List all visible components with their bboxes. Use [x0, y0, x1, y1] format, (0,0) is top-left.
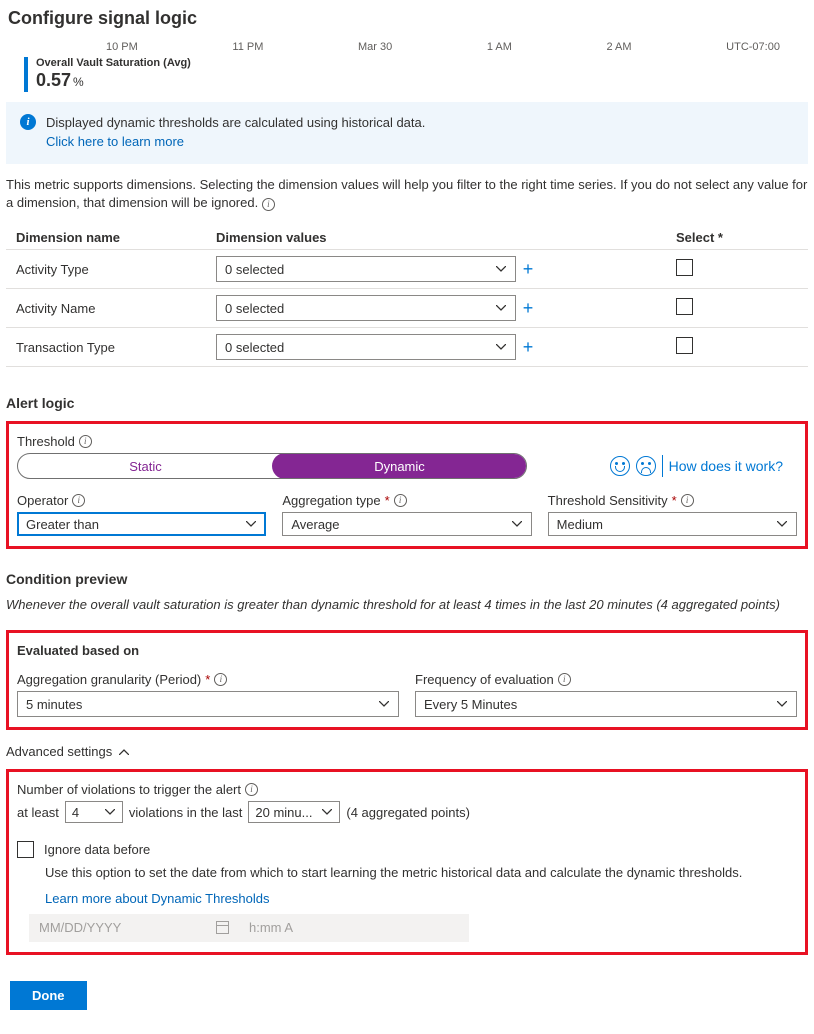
aggregation-type-dropdown[interactable]: Average: [282, 512, 531, 536]
metric-bar: [24, 57, 28, 92]
info-icon[interactable]: i: [394, 494, 407, 507]
select-dimension-checkbox[interactable]: [676, 298, 693, 315]
aggregation-type-label: Aggregation type * i: [282, 493, 531, 508]
ignore-data-before-checkbox[interactable]: [17, 841, 34, 858]
dimension-row: Transaction Type0 selected+: [6, 327, 808, 367]
how-does-it-work-link[interactable]: How does it work?: [669, 458, 783, 474]
info-text: Displayed dynamic thresholds are calcula…: [46, 115, 425, 130]
chevron-down-icon: [495, 263, 507, 275]
chevron-down-icon: [495, 341, 507, 353]
advanced-box: Number of violations to trigger the aler…: [6, 769, 808, 954]
chevron-down-icon: [321, 806, 333, 818]
dimension-row: Activity Type0 selected+: [6, 249, 808, 288]
dimensions-header: Dimension name Dimension values Select *: [6, 226, 808, 249]
info-icon[interactable]: i: [558, 673, 571, 686]
info-icon[interactable]: i: [214, 673, 227, 686]
in-last-text: violations in the last: [129, 805, 242, 820]
ignore-label: Ignore data before: [44, 842, 150, 857]
evaluated-heading: Evaluated based on: [17, 643, 797, 658]
info-banner: i Displayed dynamic thresholds are calcu…: [6, 102, 808, 164]
threshold-label: Threshold i: [17, 434, 797, 449]
dimension-name: Transaction Type: [6, 340, 216, 355]
dimension-name: Activity Type: [6, 262, 216, 277]
chevron-down-icon: [495, 302, 507, 314]
info-icon[interactable]: i: [262, 198, 275, 211]
sensitivity-label: Threshold Sensitivity * i: [548, 493, 797, 508]
chevron-down-icon: [776, 698, 788, 710]
metric-name: Overall Vault Saturation (Avg): [36, 57, 191, 69]
add-dimension-value-button[interactable]: +: [516, 259, 540, 280]
divider: [662, 455, 663, 477]
period-label: Aggregation granularity (Period) * i: [17, 672, 399, 687]
learn-dynamic-thresholds-link[interactable]: Learn more about Dynamic Thresholds: [45, 891, 270, 906]
chevron-down-icon: [378, 698, 390, 710]
time-tick: 10 PM: [106, 41, 138, 53]
frequency-dropdown[interactable]: Every 5 Minutes: [415, 691, 797, 717]
time-tz: UTC-07:00: [726, 41, 780, 53]
info-icon[interactable]: i: [681, 494, 694, 507]
alert-logic-box: Threshold i Static Dynamic How does it w…: [6, 421, 808, 549]
info-learn-more-link[interactable]: Click here to learn more: [46, 133, 425, 152]
metric-summary: Overall Vault Saturation (Avg) 0.57%: [6, 57, 808, 98]
dimension-values-dropdown[interactable]: 0 selected: [216, 295, 516, 321]
dimensions-note: This metric supports dimensions. Selecti…: [6, 176, 808, 212]
select-dimension-checkbox[interactable]: [676, 259, 693, 276]
chevron-down-icon: [511, 518, 523, 530]
aggregated-points-text: (4 aggregated points): [346, 805, 470, 820]
advanced-settings-toggle[interactable]: Advanced settings: [6, 744, 808, 759]
ignore-date-input: MM/DD/YYYY: [29, 914, 239, 942]
violations-label: Number of violations to trigger the aler…: [17, 782, 797, 797]
time-tick: 2 AM: [606, 41, 631, 53]
dimension-values-dropdown[interactable]: 0 selected: [216, 256, 516, 282]
alert-logic-heading: Alert logic: [6, 395, 808, 411]
threshold-dynamic-option[interactable]: Dynamic: [272, 453, 527, 479]
operator-label: Operator i: [17, 493, 266, 508]
frown-icon[interactable]: [636, 456, 656, 476]
condition-preview-text: Whenever the overall vault saturation is…: [6, 597, 808, 612]
condition-preview-heading: Condition preview: [6, 571, 808, 587]
threshold-toggle[interactable]: Static Dynamic: [17, 453, 527, 479]
page-title: Configure signal logic: [6, 8, 808, 29]
dimension-row: Activity Name0 selected+: [6, 288, 808, 327]
done-button[interactable]: Done: [10, 981, 87, 1010]
operator-dropdown[interactable]: Greater than: [17, 512, 266, 536]
chevron-down-icon: [245, 518, 257, 530]
at-least-text: at least: [17, 805, 59, 820]
chevron-down-icon: [776, 518, 788, 530]
select-dimension-checkbox[interactable]: [676, 337, 693, 354]
calendar-icon: [216, 921, 229, 934]
chevron-down-icon: [104, 806, 116, 818]
frequency-label: Frequency of evaluation i: [415, 672, 797, 687]
evaluated-box: Evaluated based on Aggregation granulari…: [6, 630, 808, 730]
add-dimension-value-button[interactable]: +: [516, 298, 540, 319]
time-tick: 11 PM: [232, 41, 263, 53]
smile-icon[interactable]: [610, 456, 630, 476]
time-axis: 10 PM 11 PM Mar 30 1 AM 2 AM UTC-07:00: [6, 41, 808, 57]
time-tick: 1 AM: [487, 41, 512, 53]
violations-window-dropdown[interactable]: 20 minu...: [248, 801, 340, 823]
info-icon: i: [20, 114, 36, 130]
period-dropdown[interactable]: 5 minutes: [17, 691, 399, 717]
dimension-values-dropdown[interactable]: 0 selected: [216, 334, 516, 360]
time-tick: Mar 30: [358, 41, 392, 53]
threshold-static-option[interactable]: Static: [18, 454, 273, 478]
info-icon[interactable]: i: [72, 494, 85, 507]
info-icon[interactable]: i: [79, 435, 92, 448]
violations-count-dropdown[interactable]: 4: [65, 801, 123, 823]
dimension-name: Activity Name: [6, 301, 216, 316]
info-icon[interactable]: i: [245, 783, 258, 796]
chevron-up-icon: [118, 746, 130, 758]
ignore-time-input: h:mm A: [239, 914, 469, 942]
sensitivity-dropdown[interactable]: Medium: [548, 512, 797, 536]
add-dimension-value-button[interactable]: +: [516, 337, 540, 358]
metric-value: 0.57%: [36, 69, 191, 92]
ignore-description: Use this option to set the date from whi…: [45, 864, 797, 882]
